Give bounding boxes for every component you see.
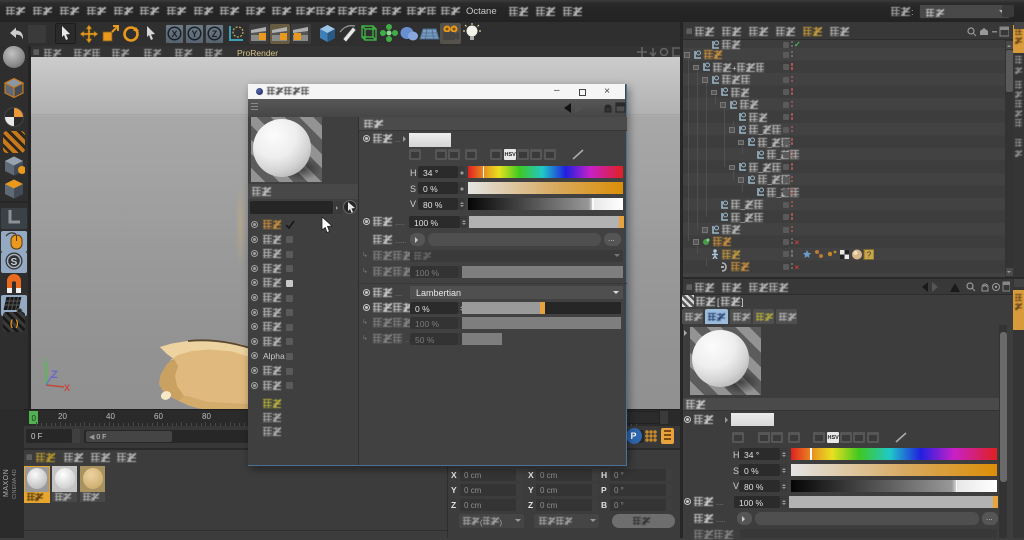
svg-text:X: X — [64, 383, 70, 392]
svg-text:?: ? — [867, 251, 872, 260]
svg-text:Z: Z — [212, 29, 218, 39]
svg-text:Z: Z — [51, 369, 58, 381]
svg-text:X: X — [171, 29, 177, 39]
svg-text:Y: Y — [41, 357, 47, 366]
svg-text:S: S — [11, 257, 18, 268]
svg-text:Y: Y — [191, 29, 197, 39]
